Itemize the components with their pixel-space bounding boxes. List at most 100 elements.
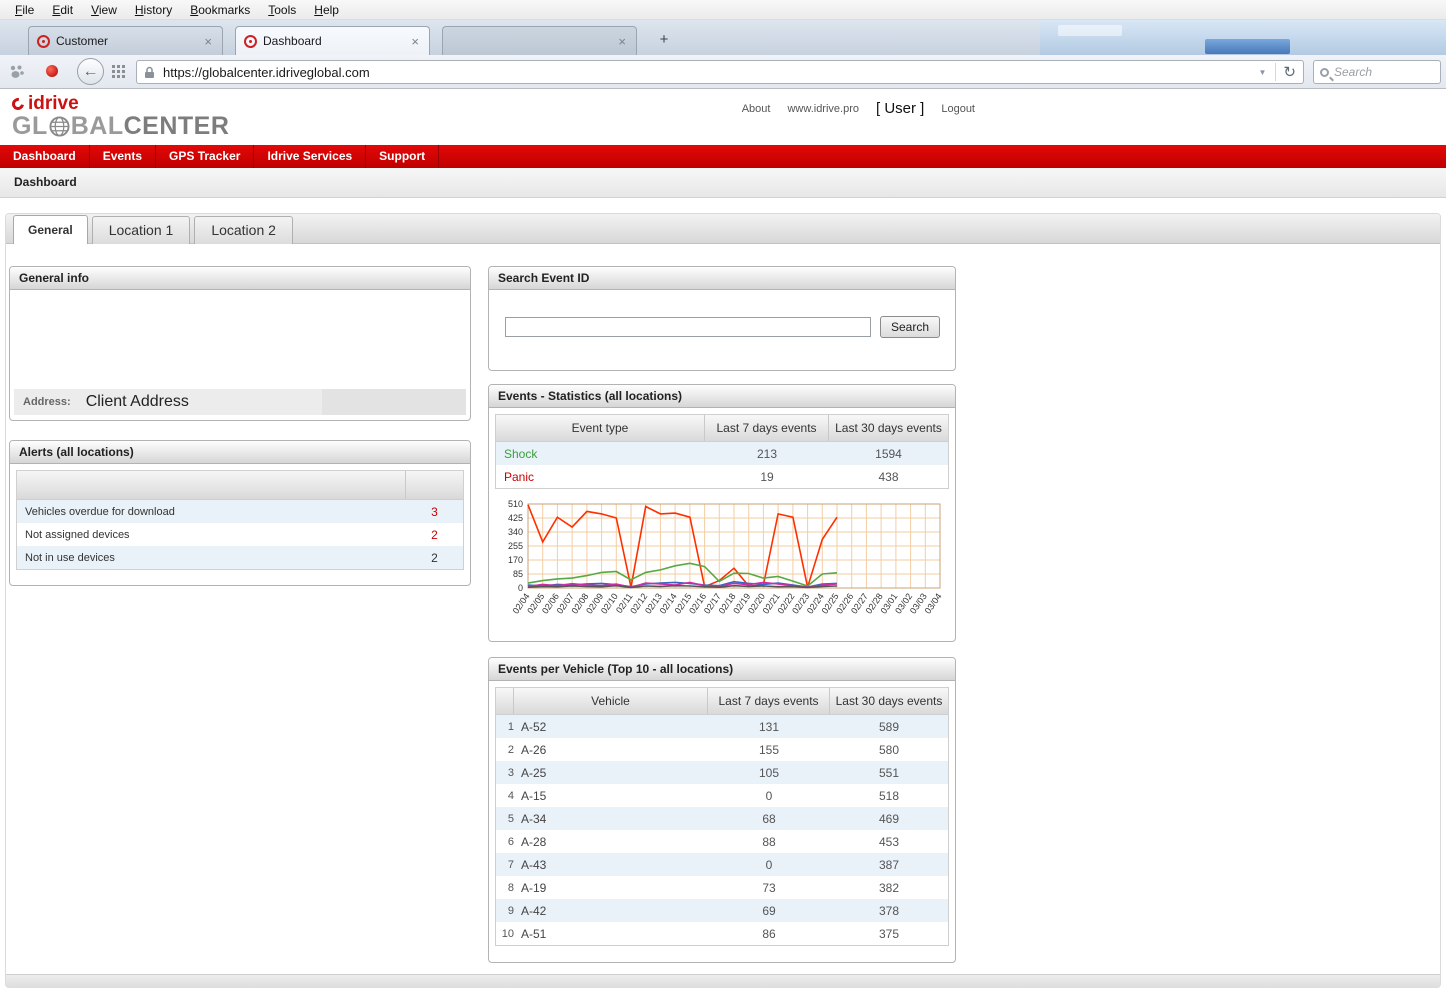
menu-item[interactable]: Bookmarks (181, 2, 259, 18)
event-id-input[interactable] (505, 317, 871, 337)
menu-item[interactable]: Help (305, 2, 348, 18)
vehicle-row: 7 A-43 0 387 (496, 853, 948, 876)
vehicle-row: 3 A-25 105 551 (496, 761, 948, 784)
last30-value: 469 (830, 812, 948, 826)
search-button[interactable]: Search (880, 316, 940, 338)
idrive-logo[interactable]: idrive GL BAL CENTER (12, 94, 229, 139)
tab-close-icon[interactable]: × (616, 34, 628, 49)
svg-text:170: 170 (508, 555, 523, 565)
vehicle-rank: 7 (496, 859, 514, 871)
menu-item[interactable]: Tools (259, 2, 305, 18)
svg-text:340: 340 (508, 527, 523, 537)
vehicle-rank: 6 (496, 836, 514, 848)
container-footer (6, 974, 1440, 988)
url-text[interactable]: https://globalcenter.idriveglobal.com (163, 65, 1250, 80)
logo-brand: idrive (28, 94, 79, 113)
tab-close-icon[interactable]: × (409, 34, 421, 49)
tab-title: Dashboard (263, 34, 403, 48)
vehicle-name: A-42 (514, 904, 708, 918)
last30-value: 453 (830, 835, 948, 849)
browser-search[interactable] (1313, 60, 1441, 84)
last30-value: 580 (830, 743, 948, 757)
column-header: Last 7 days events (708, 688, 830, 714)
last30-value: 438 (829, 470, 948, 484)
menu-item[interactable]: History (126, 2, 181, 18)
aero-highlight (1058, 25, 1122, 36)
logo-center: CENTER (124, 114, 230, 139)
nav-item[interactable]: Support (366, 145, 439, 168)
tab-location-1[interactable]: Location 1 (92, 216, 191, 244)
browser-search-input[interactable] (1334, 65, 1430, 79)
tab-general[interactable]: General (13, 215, 88, 244)
record-icon[interactable] (46, 65, 58, 77)
browser-tab-blank[interactable]: × (442, 26, 637, 55)
vehicle-row: 6 A-28 88 453 (496, 830, 948, 853)
search-event-panel: Search Event ID Search (488, 266, 956, 371)
idrive-c-icon (10, 95, 27, 112)
panel-title: Search Event ID (489, 267, 955, 290)
url-bar[interactable]: https://globalcenter.idriveglobal.com ▼ … (136, 60, 1304, 84)
browser-tab-customer[interactable]: Customer × (28, 26, 223, 55)
rank-column-header (496, 688, 514, 714)
tab-close-icon[interactable]: × (202, 34, 214, 49)
nav-item[interactable]: Idrive Services (254, 145, 366, 168)
nav-item[interactable]: Events (90, 145, 156, 168)
search-icon[interactable] (1320, 68, 1329, 77)
table-header (17, 471, 463, 500)
tab-location-2[interactable]: Location 2 (194, 216, 293, 244)
table-header: Event type Last 7 days events Last 30 da… (496, 415, 948, 442)
last7-value: 88 (708, 835, 830, 849)
nav-item[interactable]: GPS Tracker (156, 145, 254, 168)
globe-icon (49, 116, 70, 137)
menu-item[interactable]: View (82, 2, 126, 18)
dashboard-tabs-container: General Location 1 Location 2 General in… (5, 213, 1441, 988)
new-tab-button[interactable]: + (651, 30, 677, 50)
address-value: Client Address (86, 393, 189, 411)
column-header: Last 7 days events (705, 415, 829, 441)
last7-value: 86 (708, 927, 830, 941)
menu-item[interactable]: Edit (43, 2, 82, 18)
last7-value: 19 (705, 470, 829, 484)
idrive-favicon-icon (244, 35, 257, 48)
last7-value: 73 (708, 881, 830, 895)
statistics-row: Panic 19 438 (496, 465, 948, 488)
svg-text:85: 85 (513, 569, 523, 579)
dashboard-tabstrip: General Location 1 Location 2 (6, 214, 1440, 244)
about-link[interactable]: About (742, 103, 771, 115)
vehicle-rank: 3 (496, 767, 514, 779)
lock-icon[interactable] (144, 66, 155, 79)
vehicles-table: Vehicle Last 7 days events Last 30 days … (495, 687, 949, 946)
alert-count: 2 (406, 528, 463, 542)
last30-value: 589 (830, 720, 948, 734)
site-link[interactable]: www.idrive.pro (787, 103, 859, 115)
last7-value: 68 (708, 812, 830, 826)
url-dropdown-icon[interactable]: ▼ (1250, 68, 1276, 77)
general-info-panel: General info Address: Client Address (9, 266, 471, 421)
last30-value: 378 (830, 904, 948, 918)
panel-title: Alerts (all locations) (10, 441, 470, 464)
menu-item[interactable]: File (6, 2, 43, 18)
last7-value: 105 (708, 766, 830, 780)
vehicle-row: 2 A-26 155 580 (496, 738, 948, 761)
main-nav: DashboardEventsGPS TrackerIdrive Service… (0, 145, 1446, 168)
bookmarks-grid-icon[interactable] (112, 65, 125, 83)
back-button[interactable]: ← (77, 58, 104, 85)
last30-value: 551 (830, 766, 948, 780)
svg-text:255: 255 (508, 541, 523, 551)
vehicle-name: A-52 (514, 720, 708, 734)
last7-value: 155 (708, 743, 830, 757)
vehicle-name: A-43 (514, 858, 708, 872)
addon-icon[interactable] (9, 64, 24, 79)
vehicle-row: 5 A-34 68 469 (496, 807, 948, 830)
nav-item[interactable]: Dashboard (0, 145, 90, 168)
event-type: Shock (496, 447, 705, 461)
logout-link[interactable]: Logout (941, 103, 975, 115)
alerts-panel: Alerts (all locations) Vehicles overdue … (9, 440, 471, 586)
last30-value: 518 (830, 789, 948, 803)
breadcrumb-bar: Dashboard (0, 168, 1446, 198)
reload-icon[interactable]: ↻ (1275, 63, 1296, 81)
user-label[interactable]: [ User ] (876, 100, 924, 117)
vehicle-name: A-26 (514, 743, 708, 757)
vehicle-name: A-28 (514, 835, 708, 849)
browser-tab-dashboard[interactable]: Dashboard × (235, 26, 430, 55)
